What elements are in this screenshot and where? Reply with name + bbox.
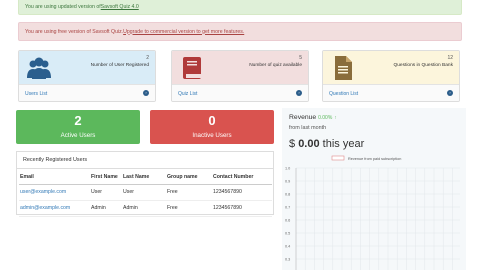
users-card-top: 2 Number of User Registered (19, 51, 155, 84)
y-tick-label: 0.6 (285, 219, 290, 223)
users-count-label: Number of User Registered (90, 63, 149, 68)
active-users-box: 2 Active Users (16, 110, 140, 144)
quiz-count-label: Number of quiz available (249, 63, 302, 68)
revenue-currency: $ (289, 138, 296, 150)
y-tick-label: 0.4 (285, 245, 290, 249)
active-users-label: Active Users (60, 132, 96, 139)
column-header: Group name (166, 171, 212, 185)
arrow-right-icon[interactable]: › (143, 90, 149, 96)
users-list-link[interactable]: Users List (25, 91, 47, 97)
revenue-subtitle: from last month (289, 125, 327, 131)
table-row: admin@example.com Admin Admin Free 12345… (19, 200, 272, 217)
revenue-change: 0.00% (318, 115, 333, 121)
last-name-cell: Admin (122, 200, 166, 217)
column-header: Contact Number (212, 171, 272, 185)
active-users-count: 2 (74, 113, 82, 128)
first-name-cell: User (90, 184, 122, 201)
free-version-alert: You are using free version of Savsoft Qu… (18, 22, 462, 41)
questions-card-footer[interactable]: Question List › (323, 84, 459, 101)
update-alert: You are using updated version of Savsoft… (18, 0, 462, 15)
group-name-cell: Free (166, 184, 212, 201)
quiz-card-footer[interactable]: Quiz List › (172, 84, 308, 101)
book-icon (183, 57, 201, 79)
y-tick-label: 0.9 (285, 180, 290, 184)
user-email-link[interactable]: user@example.com (20, 189, 66, 195)
revenue-period: this year (322, 138, 365, 150)
arrow-up-icon: ↑ (334, 115, 337, 121)
y-tick-label: 0.8 (285, 193, 290, 197)
quiz-list-link[interactable]: Quiz List (178, 91, 197, 97)
users-count: 2 (146, 55, 149, 61)
inactive-users-box: 0 Inactive Users (150, 110, 274, 144)
revenue-panel: Revenue 0.00% ↑ from last month $ 0.00 t… (282, 108, 466, 270)
table-row: user@example.com User User Free 12345678… (19, 184, 272, 201)
questions-count: 12 (447, 55, 453, 61)
y-tick-label: 0.5 (285, 232, 290, 236)
column-header: Last Name (122, 171, 166, 185)
revenue-title: Revenue (289, 114, 317, 121)
user-email-link[interactable]: admin@example.com (20, 205, 70, 211)
column-header: Email (19, 171, 90, 185)
inactive-users-count: 0 (208, 113, 216, 128)
update-alert-text: You are using updated version of (25, 3, 101, 10)
revenue-heading: Revenue 0.00% ↑ (289, 114, 337, 121)
legend-label: Revenue from paid subscription (348, 157, 401, 161)
questions-count-label: Questions in Question Bank (393, 63, 453, 68)
revenue-amount: 0.00 (298, 138, 320, 150)
question-list-link[interactable]: Question List (329, 91, 358, 97)
table-header-row: Email First Name Last Name Group name Co… (19, 171, 272, 185)
upgrade-link[interactable]: Upgrade to commercial version to get mor… (123, 29, 244, 35)
first-name-cell: Admin (90, 200, 122, 217)
legend-swatch (331, 155, 345, 161)
arrow-right-icon[interactable]: › (296, 90, 302, 96)
questions-card-top: 12 Questions in Question Bank (323, 51, 459, 84)
free-version-text: You are using free version of Savsoft Qu… (25, 28, 124, 35)
revenue-amount-line: $ 0.00 this year (289, 138, 364, 150)
recent-users-table: Email First Name Last Name Group name Co… (19, 171, 272, 217)
group-name-cell: Free (166, 200, 212, 217)
quiz-card-top: 5 Number of quiz available (172, 51, 308, 84)
version-link[interactable]: Savsoft Quiz 4.0 (101, 4, 139, 10)
y-tick-label: 0.3 (285, 258, 290, 262)
recent-users-panel: Recently Registered Users Email First Na… (16, 151, 274, 217)
contact-number-cell: 1234567890 (212, 184, 272, 201)
column-header: First Name (90, 171, 122, 185)
contact-number-cell: 1234567890 (212, 200, 272, 217)
document-icon (335, 56, 352, 80)
recent-users-title: Recently Registered Users (17, 152, 273, 169)
y-tick-label: 1.0 (285, 167, 290, 171)
revenue-chart: Revenue from paid subscription 1.0 0.9 0.8 0… (285, 155, 460, 270)
users-card-footer[interactable]: Users List › (19, 84, 155, 101)
inactive-users-label: Inactive Users (192, 132, 232, 139)
last-name-cell: User (122, 184, 166, 201)
questions-card: 12 Questions in Question Bank Question L… (322, 50, 460, 102)
y-tick-label: 0.7 (285, 206, 290, 210)
users-card: 2 Number of User Registered Users List › (18, 50, 156, 102)
arrow-right-icon[interactable]: › (447, 90, 453, 96)
quiz-card: 5 Number of quiz available Quiz List › (171, 50, 309, 102)
users-icon (27, 57, 51, 79)
quiz-count: 5 (299, 55, 302, 61)
